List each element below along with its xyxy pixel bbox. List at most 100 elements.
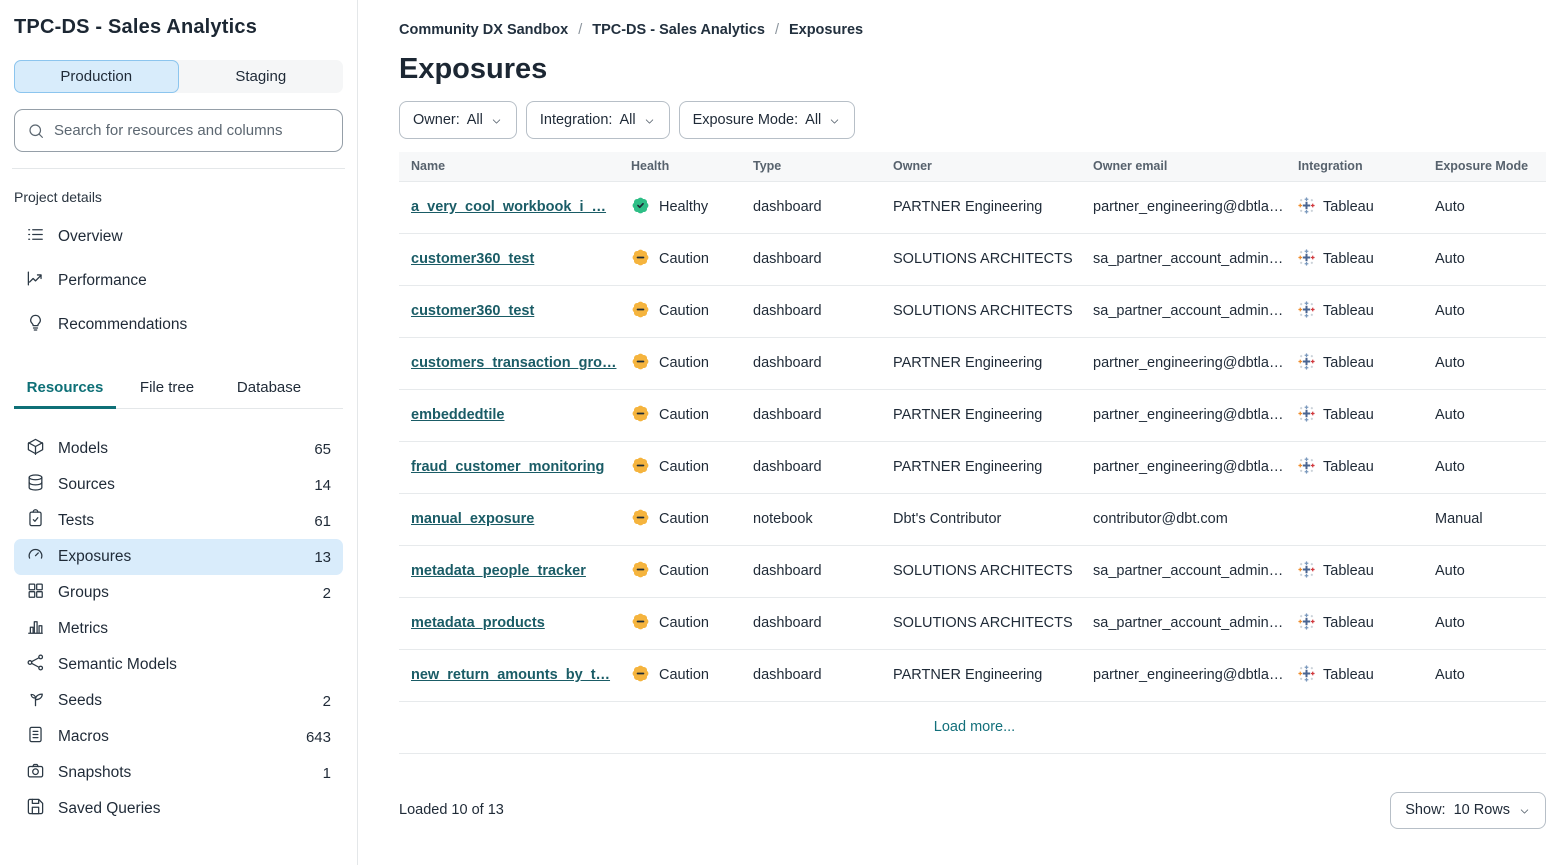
health-badge-icon [631, 664, 650, 687]
health-badge-icon [631, 248, 650, 271]
resource-item-label: Macros [58, 728, 109, 746]
resource-list-item[interactable]: Macros 643 [14, 719, 343, 755]
resource-list-item[interactable]: Tests 61 [14, 503, 343, 539]
exposure-name-link[interactable]: new_return_amounts_by_t… [411, 667, 610, 683]
tableau-icon [1298, 665, 1315, 686]
health-badge-icon [631, 560, 650, 583]
type-cell: dashboard [741, 285, 881, 337]
resource-list-item[interactable]: Models 65 [14, 431, 343, 467]
tab-resources[interactable]: Resources [14, 371, 116, 409]
load-more-row: Load more... [399, 701, 1546, 753]
owner-cell: SOLUTIONS ARCHITECTS [881, 597, 1081, 649]
health-label: Caution [659, 303, 709, 319]
integration-label: Tableau [1323, 407, 1374, 423]
table-row: customer360_test Caution dashboard SOLUT… [399, 285, 1546, 337]
health-label: Caution [659, 251, 709, 267]
breadcrumb-account[interactable]: Community DX Sandbox [399, 22, 568, 38]
owner-email-cell: sa_partner_account_admin… [1081, 233, 1286, 285]
resource-item-count: 2 [323, 693, 331, 710]
health-label: Caution [659, 511, 709, 527]
integration-cell: Tableau [1298, 353, 1415, 374]
type-cell: dashboard [741, 441, 881, 493]
resource-list-item[interactable]: Metrics [14, 611, 343, 647]
chevron-down-icon [643, 113, 656, 128]
sidebar-nav-item[interactable]: Overview [14, 215, 343, 259]
health-label: Healthy [659, 199, 708, 215]
exposure-name-link[interactable]: customer360_test [411, 251, 534, 267]
filter-value: All [467, 112, 483, 128]
type-cell: dashboard [741, 597, 881, 649]
nav-item-label: Recommendations [58, 316, 187, 334]
breadcrumb-project[interactable]: TPC-DS - Sales Analytics [592, 22, 765, 38]
exposure-name-link[interactable]: embeddedtile [411, 407, 504, 423]
resource-item-label: Sources [58, 476, 115, 494]
tab-database[interactable]: Database [218, 371, 320, 409]
integration-cell: Tableau [1298, 301, 1415, 322]
page-title: Exposures [399, 53, 1546, 86]
integration-cell: Tableau [1298, 613, 1415, 634]
integration-filter-dropdown[interactable]: Integration: All [526, 101, 670, 139]
owner-email-cell: sa_partner_account_admin… [1081, 285, 1286, 337]
lightbulb-icon [26, 313, 45, 337]
exposure-mode-filter-dropdown[interactable]: Exposure Mode: All [679, 101, 856, 139]
owner-cell: PARTNER Engineering [881, 441, 1081, 493]
sidebar-nav-item[interactable]: Performance [14, 259, 343, 303]
owner-filter-dropdown[interactable]: Owner: All [399, 101, 517, 139]
breadcrumb-separator: / [775, 22, 779, 38]
owner-email-cell: sa_partner_account_admin… [1081, 597, 1286, 649]
health-label: Caution [659, 459, 709, 475]
column-header-exposure-mode: Exposure Mode [1423, 152, 1546, 181]
column-header-owner-email: Owner email [1081, 152, 1286, 181]
resource-list-item[interactable]: Groups 2 [14, 575, 343, 611]
exposures-table: Name Health Type Owner Owner email Integ… [399, 152, 1546, 754]
resource-item-label: Groups [58, 584, 109, 602]
resource-list-item[interactable]: Sources 14 [14, 467, 343, 503]
integration-cell: Tableau [1298, 561, 1415, 582]
health-cell: Caution [631, 456, 733, 479]
tableau-icon [1298, 353, 1315, 374]
seedling-icon [26, 689, 45, 713]
column-header-health: Health [619, 152, 741, 181]
type-cell: dashboard [741, 337, 881, 389]
sidebar-nav-item[interactable]: Recommendations [14, 303, 343, 347]
tableau-icon [1298, 457, 1315, 478]
load-more-link[interactable]: Load more... [928, 715, 1021, 739]
resource-item-label: Snapshots [58, 764, 131, 782]
exposure-name-link[interactable]: metadata_people_tracker [411, 563, 586, 579]
resource-list-item[interactable]: Saved Queries [14, 791, 343, 827]
table-row: customers_transaction_gro… Caution dashb… [399, 337, 1546, 389]
health-badge-icon [631, 300, 650, 323]
show-rows-value: 10 Rows [1454, 802, 1510, 818]
resource-list-item[interactable]: Exposures 13 [14, 539, 343, 575]
chevron-down-icon [828, 113, 841, 128]
search-input[interactable] [54, 122, 330, 139]
exposure-name-link[interactable]: fraud_customer_monitoring [411, 459, 604, 475]
production-toggle-button[interactable]: Production [14, 60, 179, 93]
resource-item-label: Saved Queries [58, 800, 161, 818]
exposure-name-link[interactable]: metadata_products [411, 615, 545, 631]
table-row: embeddedtile Caution dashboard PARTNER E… [399, 389, 1546, 441]
search-box[interactable] [14, 109, 343, 152]
tableau-icon [1298, 197, 1315, 218]
exposure-name-link[interactable]: manual_exposure [411, 511, 534, 527]
column-header-integration: Integration [1286, 152, 1423, 181]
exposure-name-link[interactable]: customer360_test [411, 303, 534, 319]
exposure-name-link[interactable]: a_very_cool_workbook_i_… [411, 199, 606, 215]
resource-list-item[interactable]: Snapshots 1 [14, 755, 343, 791]
type-cell: dashboard [741, 389, 881, 441]
exposure-mode-cell: Auto [1423, 337, 1546, 389]
table-row: new_return_amounts_by_t… Caution dashboa… [399, 649, 1546, 701]
filter-value: All [805, 112, 821, 128]
resource-list-item[interactable]: Semantic Models [14, 647, 343, 683]
health-label: Caution [659, 563, 709, 579]
exposure-mode-cell: Auto [1423, 233, 1546, 285]
health-cell: Caution [631, 300, 733, 323]
exposure-name-link[interactable]: customers_transaction_gro… [411, 355, 616, 371]
health-badge-icon [631, 508, 650, 531]
exposure-mode-cell: Auto [1423, 597, 1546, 649]
type-cell: dashboard [741, 181, 881, 233]
staging-toggle-button[interactable]: Staging [179, 60, 344, 93]
show-rows-dropdown[interactable]: Show: 10 Rows [1390, 792, 1546, 829]
tab-file-tree[interactable]: File tree [116, 371, 218, 409]
resource-list-item[interactable]: Seeds 2 [14, 683, 343, 719]
